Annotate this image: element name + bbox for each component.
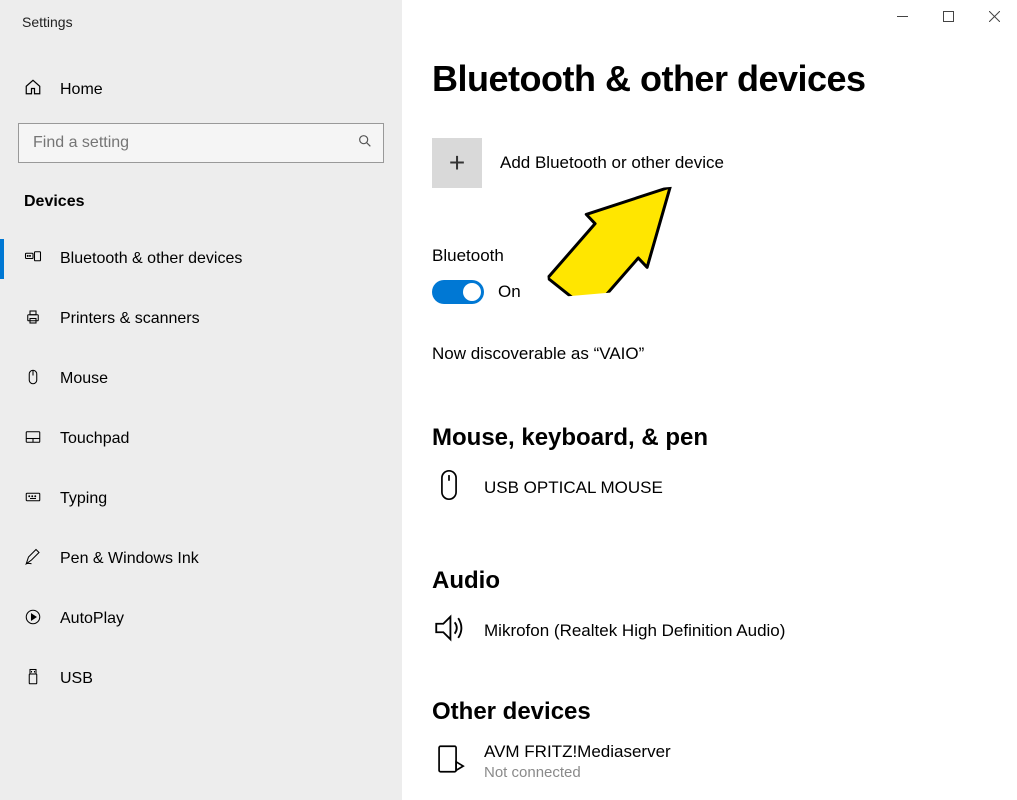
- speaker-icon: [432, 611, 466, 650]
- pen-icon: [24, 548, 42, 571]
- sidebar-item-label: USB: [60, 670, 93, 688]
- usb-icon: [24, 668, 42, 691]
- device-row-audio[interactable]: Mikrofon (Realtek High Definition Audio): [432, 611, 1017, 650]
- mouse-device-icon: [432, 468, 466, 507]
- plus-icon: +: [449, 147, 465, 179]
- sidebar-item-label: Bluetooth & other devices: [60, 250, 242, 268]
- mouse-icon: [24, 368, 42, 391]
- sidebar-item-label: Touchpad: [60, 430, 129, 448]
- add-device-row[interactable]: + Add Bluetooth or other device: [432, 138, 1017, 188]
- section-heading-audio: Audio: [432, 567, 1017, 595]
- sidebar-section-devices: Devices: [0, 163, 402, 223]
- section-heading-other: Other devices: [432, 698, 1017, 726]
- add-device-button[interactable]: +: [432, 138, 482, 188]
- keyboard-icon: [24, 488, 42, 511]
- sidebar-item-label: Printers & scanners: [60, 310, 200, 328]
- search-box[interactable]: [18, 123, 384, 163]
- printer-icon: [24, 308, 42, 331]
- discoverable-text: Now discoverable as “VAIO”: [432, 344, 1017, 364]
- content-pane: Bluetooth & other devices + Add Bluetoot…: [402, 0, 1017, 800]
- sidebar-item-label: Typing: [60, 490, 107, 508]
- home-nav[interactable]: Home: [0, 30, 402, 101]
- search-input[interactable]: [33, 134, 357, 152]
- device-status: Not connected: [484, 764, 671, 781]
- window-title: Settings: [0, 0, 402, 30]
- window-controls: [879, 0, 1017, 32]
- sidebar-item-printers[interactable]: Printers & scanners: [0, 289, 402, 349]
- bluetooth-toggle-state: On: [498, 282, 521, 302]
- maximize-button[interactable]: [925, 0, 971, 32]
- sidebar-item-mouse[interactable]: Mouse: [0, 349, 402, 409]
- bluetooth-toggle[interactable]: [432, 280, 484, 304]
- device-name: Mikrofon (Realtek High Definition Audio): [484, 621, 785, 641]
- sidebar-item-pen[interactable]: Pen & Windows Ink: [0, 529, 402, 589]
- bluetooth-devices-icon: [24, 248, 42, 271]
- bluetooth-heading: Bluetooth: [432, 246, 1017, 266]
- sidebar-item-autoplay[interactable]: AutoPlay: [0, 589, 402, 649]
- search-icon: [357, 133, 373, 154]
- sidebar-item-bluetooth[interactable]: Bluetooth & other devices: [0, 229, 402, 289]
- home-label: Home: [60, 81, 103, 99]
- close-button[interactable]: [971, 0, 1017, 32]
- autoplay-icon: [24, 608, 42, 631]
- sidebar-item-touchpad[interactable]: Touchpad: [0, 409, 402, 469]
- sidebar-item-typing[interactable]: Typing: [0, 469, 402, 529]
- touchpad-icon: [24, 428, 42, 451]
- device-row-other[interactable]: AVM FRITZ!Mediaserver Not connected: [432, 742, 1017, 781]
- device-row-mouse[interactable]: USB OPTICAL MOUSE: [432, 468, 1017, 507]
- sidebar: Settings Home Devices Bluetooth & other …: [0, 0, 402, 800]
- device-name: USB OPTICAL MOUSE: [484, 478, 663, 498]
- home-icon: [24, 78, 42, 101]
- sidebar-nav: Bluetooth & other devices Printers & sca…: [0, 229, 402, 709]
- section-heading-input: Mouse, keyboard, & pen: [432, 424, 1017, 452]
- minimize-button[interactable]: [879, 0, 925, 32]
- media-server-icon: [432, 742, 466, 781]
- device-name: AVM FRITZ!Mediaserver: [484, 742, 671, 762]
- page-title: Bluetooth & other devices: [432, 58, 1017, 100]
- sidebar-item-label: Pen & Windows Ink: [60, 550, 199, 568]
- sidebar-item-label: Mouse: [60, 370, 108, 388]
- sidebar-item-usb[interactable]: USB: [0, 649, 402, 709]
- sidebar-item-label: AutoPlay: [60, 610, 124, 628]
- add-device-label: Add Bluetooth or other device: [500, 153, 724, 173]
